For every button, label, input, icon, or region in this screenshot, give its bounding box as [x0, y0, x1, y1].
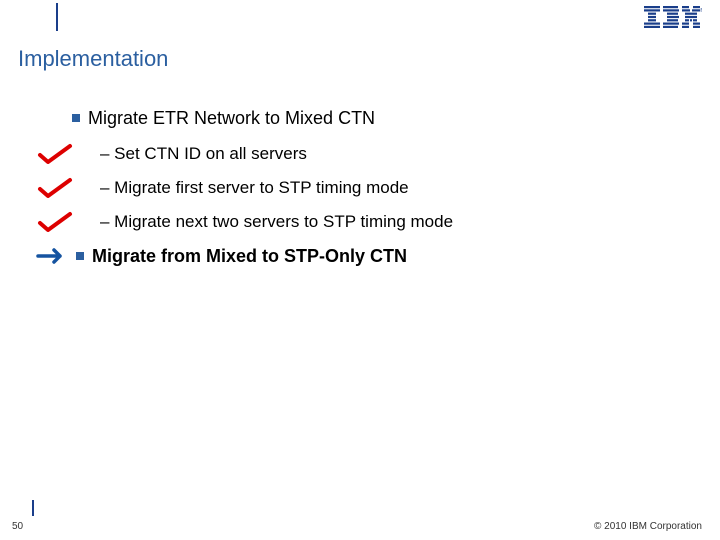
- bullet-2-text: Migrate from Mixed to STP-Only CTN: [92, 246, 407, 267]
- slide-title: Implementation: [18, 46, 168, 72]
- checkmark-icon: [36, 177, 74, 199]
- footer: 50 © 2010 IBM Corporation: [0, 500, 720, 540]
- square-bullet-icon: [72, 114, 80, 122]
- top-divider: [56, 3, 58, 31]
- sub-item-3: – Migrate next two servers to STP timing…: [36, 211, 690, 233]
- arrow-right-icon: [36, 245, 70, 267]
- sub-item-2: – Migrate first server to STP timing mod…: [36, 177, 690, 199]
- top-bar: ®: [0, 0, 720, 36]
- sub-2-text: – Migrate first server to STP timing mod…: [100, 178, 409, 198]
- checkmark-icon: [36, 211, 74, 233]
- sub-3-text: – Migrate next two servers to STP timing…: [100, 212, 453, 232]
- content-area: Migrate ETR Network to Mixed CTN – Set C…: [72, 108, 690, 275]
- svg-text:®: ®: [700, 7, 702, 14]
- sub-item-1: – Set CTN ID on all servers: [36, 143, 690, 165]
- ibm-logo: ®: [644, 6, 702, 33]
- sub-1-text: – Set CTN ID on all servers: [100, 144, 307, 164]
- checkmark-icon: [36, 143, 74, 165]
- square-bullet-icon: [76, 252, 84, 260]
- bullet-1-text: Migrate ETR Network to Mixed CTN: [88, 108, 375, 129]
- copyright-text: © 2010 IBM Corporation: [594, 521, 702, 532]
- bullet-1: Migrate ETR Network to Mixed CTN: [72, 108, 690, 129]
- bullet-2-row: Migrate from Mixed to STP-Only CTN: [36, 245, 690, 267]
- footer-divider: [32, 500, 34, 516]
- page-number: 50: [12, 521, 23, 532]
